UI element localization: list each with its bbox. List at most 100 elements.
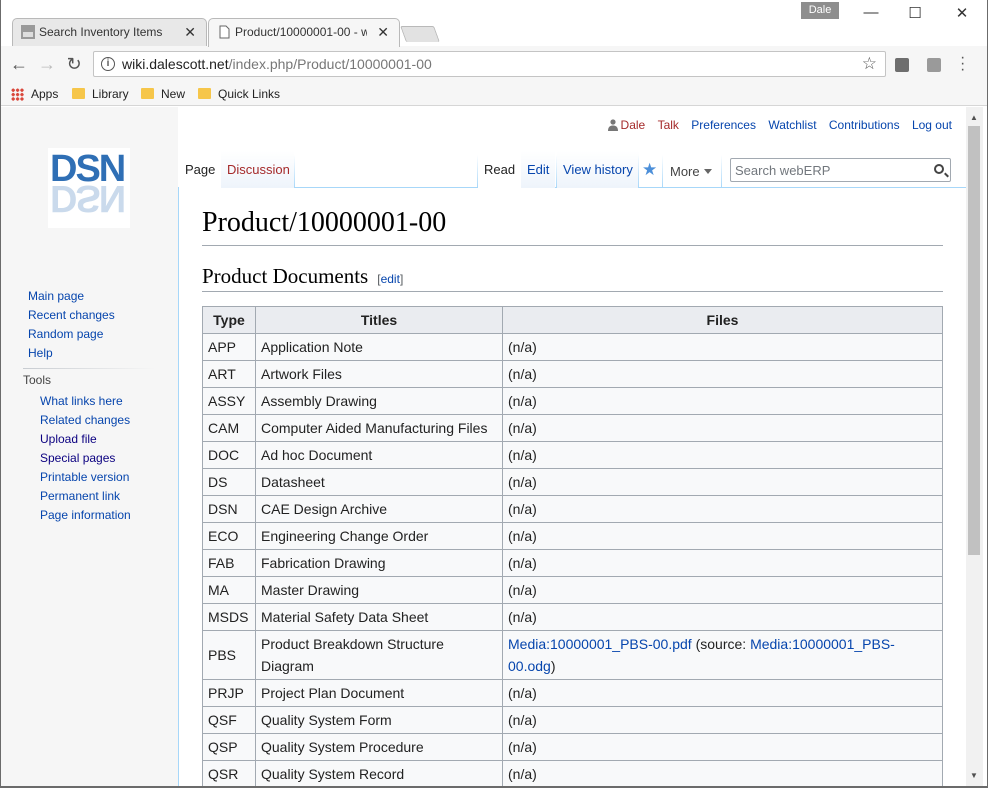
tab-page[interactable]: Page	[179, 151, 222, 189]
maximize-icon[interactable]: ☐	[905, 4, 925, 22]
files-cell: (n/a)	[502, 333, 943, 361]
divider	[294, 155, 295, 188]
preferences-link[interactable]: Preferences	[691, 118, 756, 132]
profile-button[interactable]: Dale	[801, 2, 839, 19]
column-header-files: Files	[502, 306, 943, 334]
title-cell: CAE Design Archive	[255, 495, 503, 523]
watchlist-link[interactable]: Watchlist	[768, 118, 816, 132]
tab-discussion[interactable]: Discussion	[221, 151, 294, 188]
table-row: ART Artwork Files (n/a)	[202, 360, 943, 388]
table-row: QSR Quality System Record (n/a)	[202, 760, 943, 788]
type-cell: ASSY	[202, 387, 256, 415]
chevron-down-icon	[703, 169, 712, 174]
tab-title: Product/10000001-00 - w	[235, 25, 367, 39]
scrollbar-thumb[interactable]	[968, 126, 980, 555]
close-tab-icon[interactable]: ✕	[377, 19, 389, 45]
tab-title: Search Inventory Items	[39, 25, 163, 39]
sidebar-tools: What links here Related changes Upload f…	[40, 392, 131, 525]
watch-star-icon[interactable]: ★	[642, 160, 657, 180]
type-cell: MA	[202, 576, 256, 604]
divider	[721, 155, 722, 188]
title-cell: Computer Aided Manufacturing Files	[255, 414, 503, 442]
tool-what-links-here[interactable]: What links here	[40, 392, 131, 411]
files-cell: (n/a)	[502, 760, 943, 788]
search-box	[730, 158, 951, 182]
sidebar-item-help[interactable]: Help	[28, 344, 115, 363]
bookmark-new[interactable]: New	[141, 86, 185, 102]
tool-page-information[interactable]: Page information	[40, 506, 131, 525]
tab-view-history[interactable]: View history	[557, 151, 639, 188]
bookmark-star-icon[interactable]: ☆	[862, 52, 877, 76]
files-cell: (n/a)	[502, 495, 943, 523]
tools-heading[interactable]: Tools	[23, 373, 51, 387]
title-cell: Quality System Record	[255, 760, 503, 788]
more-menu[interactable]: More	[664, 151, 718, 188]
folder-icon	[141, 88, 154, 99]
tab-search-inventory[interactable]: Search Inventory Items ✕	[12, 18, 207, 46]
back-arrow-icon[interactable]: ←	[9, 54, 29, 74]
sidebar-item-main-page[interactable]: Main page	[28, 287, 115, 306]
files-cell: (n/a)	[502, 603, 943, 631]
personal-tools: Dale Talk Preferences Watchlist Contribu…	[607, 117, 952, 132]
contributions-link[interactable]: Contributions	[829, 118, 900, 132]
new-tab-button[interactable]	[400, 26, 440, 42]
weberp-favicon-icon	[21, 25, 35, 39]
scroll-down-icon[interactable]: ▼	[970, 771, 978, 780]
sidebar-item-recent-changes[interactable]: Recent changes	[28, 306, 115, 325]
tool-upload-file[interactable]: Upload file	[40, 430, 131, 449]
bookmark-apps[interactable]: Apps	[11, 86, 58, 102]
title-cell: Product Breakdown Structure Diagram	[255, 630, 503, 680]
title-cell: Master Drawing	[255, 576, 503, 604]
search-input[interactable]	[731, 159, 921, 181]
close-window-icon[interactable]: ✕	[952, 4, 972, 22]
sidebar-item-random-page[interactable]: Random page	[28, 325, 115, 344]
user-page-link[interactable]: Dale	[621, 118, 646, 132]
minimize-icon[interactable]: —	[861, 4, 881, 21]
talk-link[interactable]: Talk	[658, 118, 679, 132]
table-row: QSP Quality System Procedure (n/a)	[202, 733, 943, 761]
address-bar[interactable]: i wiki.dalescott.net/index.php/Product/1…	[93, 51, 886, 77]
edit-section-link[interactable]: edit	[381, 272, 400, 286]
search-icon[interactable]	[934, 164, 944, 174]
logout-link[interactable]: Log out	[912, 118, 952, 132]
column-header-titles: Titles	[255, 306, 503, 334]
type-cell: APP	[202, 333, 256, 361]
browser-titlebar: Search Inventory Items ✕ Product/1000000…	[0, 0, 988, 47]
tool-permanent-link[interactable]: Permanent link	[40, 487, 131, 506]
extension-icon[interactable]	[895, 58, 909, 72]
tab-edit[interactable]: Edit	[521, 151, 556, 188]
tab-read[interactable]: Read	[478, 151, 522, 189]
browser-menu-icon[interactable]: · · ·	[960, 50, 965, 78]
type-cell: ECO	[202, 522, 256, 550]
files-cell: (n/a)	[502, 522, 943, 550]
info-icon[interactable]: i	[101, 57, 115, 71]
files-cell: (n/a)	[502, 733, 943, 761]
scroll-up-icon[interactable]: ▲	[970, 113, 978, 122]
reload-icon[interactable]: ↻	[64, 54, 84, 74]
tool-related-changes[interactable]: Related changes	[40, 411, 131, 430]
table-row: DS Datasheet (n/a)	[202, 468, 943, 496]
tab-product-page[interactable]: Product/10000001-00 - w ✕	[208, 18, 400, 47]
title-cell: Engineering Change Order	[255, 522, 503, 550]
pbs-pdf-link[interactable]: Media:10000001_PBS-00.pdf	[508, 636, 692, 652]
title-cell: Quality System Procedure	[255, 733, 503, 761]
title-cell: Ad hoc Document	[255, 441, 503, 469]
table-row: DSN CAE Design Archive (n/a)	[202, 495, 943, 523]
tool-printable-version[interactable]: Printable version	[40, 468, 131, 487]
title-cell: Artwork Files	[255, 360, 503, 388]
site-logo[interactable]: DSN DSN	[48, 148, 130, 228]
bookmark-library[interactable]: Library	[72, 86, 129, 102]
close-tab-icon[interactable]: ✕	[184, 19, 196, 45]
page-scrollbar[interactable]: ▲ ▼	[966, 107, 983, 787]
extension-download-icon[interactable]	[927, 58, 941, 72]
divider	[638, 155, 639, 188]
type-cell: FAB	[202, 549, 256, 577]
type-cell: QSP	[202, 733, 256, 761]
files-cell: (n/a)	[502, 576, 943, 604]
type-cell: QSR	[202, 760, 256, 788]
files-cell: (n/a)	[502, 679, 943, 707]
files-cell: (n/a)	[502, 414, 943, 442]
tool-special-pages[interactable]: Special pages	[40, 449, 131, 468]
bookmark-quick-links[interactable]: Quick Links	[198, 86, 280, 102]
forward-arrow-icon[interactable]: →	[37, 54, 57, 74]
